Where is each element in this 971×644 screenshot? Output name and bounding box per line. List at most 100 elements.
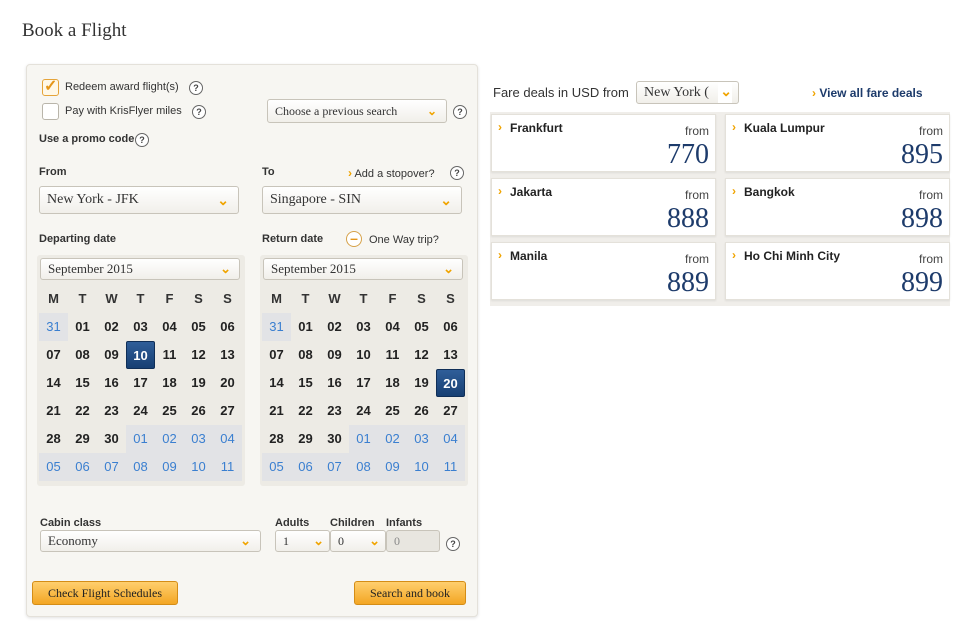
to-select[interactable]: Singapore - SIN ⌄ bbox=[262, 186, 462, 214]
calendar-day[interactable]: 27 bbox=[436, 397, 465, 425]
fare-deal-card[interactable]: › Jakarta from 888 bbox=[491, 178, 716, 236]
calendar-day[interactable]: 29 bbox=[291, 425, 320, 453]
calendar-day[interactable]: 02 bbox=[97, 313, 126, 341]
depart-month-select[interactable]: September 2015 ⌄ bbox=[40, 258, 240, 280]
calendar-day[interactable]: 03 bbox=[349, 313, 378, 341]
calendar-day[interactable]: 08 bbox=[126, 453, 155, 481]
redeem-checkbox[interactable]: ✓ bbox=[42, 78, 59, 101]
calendar-day[interactable]: 15 bbox=[68, 369, 97, 397]
children-select[interactable]: 0 ⌄ bbox=[330, 530, 386, 552]
return-month-select[interactable]: September 2015 ⌄ bbox=[263, 258, 463, 280]
redeem-help-icon[interactable]: ? bbox=[189, 81, 203, 95]
calendar-day[interactable]: 29 bbox=[68, 425, 97, 453]
calendar-day[interactable]: 28 bbox=[39, 425, 68, 453]
calendar-day[interactable]: 17 bbox=[349, 369, 378, 397]
fare-deal-card[interactable]: › Manila from 889 bbox=[491, 242, 716, 300]
pay-krisflyer-checkbox[interactable] bbox=[42, 103, 59, 125]
calendar-day[interactable]: 11 bbox=[155, 341, 184, 369]
search-and-book-button[interactable]: Search and book bbox=[354, 581, 466, 605]
calendar-day[interactable]: 09 bbox=[155, 453, 184, 481]
calendar-day[interactable]: 26 bbox=[407, 397, 436, 425]
calendar-day[interactable]: 15 bbox=[291, 369, 320, 397]
calendar-day[interactable]: 16 bbox=[97, 369, 126, 397]
calendar-day[interactable]: 07 bbox=[39, 341, 68, 369]
calendar-day[interactable]: 09 bbox=[320, 341, 349, 369]
calendar-day[interactable]: 24 bbox=[126, 397, 155, 425]
passengers-help-icon[interactable]: ? bbox=[446, 537, 460, 551]
calendar-day[interactable]: 23 bbox=[320, 397, 349, 425]
calendar-day[interactable]: 13 bbox=[436, 341, 465, 369]
previous-search-select[interactable]: Choose a previous search ⌄ bbox=[267, 99, 447, 123]
calendar-day[interactable]: 21 bbox=[39, 397, 68, 425]
calendar-day[interactable]: 18 bbox=[378, 369, 407, 397]
calendar-day[interactable]: 05 bbox=[262, 453, 291, 481]
calendar-day[interactable]: 04 bbox=[378, 313, 407, 341]
calendar-day[interactable]: 19 bbox=[184, 369, 213, 397]
calendar-day[interactable]: 06 bbox=[68, 453, 97, 481]
calendar-day[interactable]: 24 bbox=[349, 397, 378, 425]
calendar-day[interactable]: 13 bbox=[213, 341, 242, 369]
calendar-day[interactable]: 04 bbox=[213, 425, 242, 453]
calendar-day[interactable]: 05 bbox=[39, 453, 68, 481]
calendar-day[interactable]: 16 bbox=[320, 369, 349, 397]
calendar-day[interactable]: 01 bbox=[349, 425, 378, 453]
selected-day[interactable]: 10 bbox=[126, 341, 155, 369]
calendar-day[interactable]: 12 bbox=[407, 341, 436, 369]
calendar-day[interactable]: 17 bbox=[126, 369, 155, 397]
calendar-day[interactable]: 04 bbox=[436, 425, 465, 453]
calendar-day[interactable]: 07 bbox=[97, 453, 126, 481]
one-way-label[interactable]: One Way trip? bbox=[369, 234, 439, 246]
calendar-day[interactable]: 20 bbox=[213, 369, 242, 397]
calendar-day[interactable]: 01 bbox=[291, 313, 320, 341]
calendar-day[interactable]: 14 bbox=[262, 369, 291, 397]
calendar-day[interactable]: 10 bbox=[407, 453, 436, 481]
calendar-day[interactable]: 30 bbox=[97, 425, 126, 453]
cabin-class-select[interactable]: Economy ⌄ bbox=[40, 530, 261, 552]
calendar-day[interactable]: 02 bbox=[320, 313, 349, 341]
fare-deal-card[interactable]: › Ho Chi Minh City from 899 bbox=[725, 242, 950, 300]
calendar-day[interactable]: 04 bbox=[155, 313, 184, 341]
calendar-day[interactable]: 27 bbox=[213, 397, 242, 425]
view-all-fare-deals-link[interactable]: › View all fare deals bbox=[812, 86, 923, 100]
calendar-day[interactable]: 11 bbox=[378, 341, 407, 369]
calendar-day[interactable]: 31 bbox=[39, 313, 68, 341]
calendar-day[interactable]: 06 bbox=[291, 453, 320, 481]
stopover-help-icon[interactable]: ? bbox=[450, 166, 464, 180]
calendar-day[interactable]: 22 bbox=[291, 397, 320, 425]
calendar-day[interactable]: 08 bbox=[68, 341, 97, 369]
calendar-day[interactable]: 14 bbox=[39, 369, 68, 397]
calendar-day[interactable]: 09 bbox=[378, 453, 407, 481]
calendar-day[interactable]: 01 bbox=[126, 425, 155, 453]
calendar-day[interactable]: 09 bbox=[97, 341, 126, 369]
calendar-day[interactable]: 03 bbox=[407, 425, 436, 453]
infants-select[interactable]: 0 bbox=[386, 530, 440, 552]
pay-krisflyer-help-icon[interactable]: ? bbox=[192, 105, 206, 119]
stopover-link[interactable]: › Add a stopover? bbox=[348, 166, 435, 180]
calendar-day[interactable]: 18 bbox=[155, 369, 184, 397]
calendar-day[interactable]: 07 bbox=[320, 453, 349, 481]
calendar-day[interactable]: 08 bbox=[291, 341, 320, 369]
check-flight-schedules-button[interactable]: Check Flight Schedules bbox=[32, 581, 178, 605]
fare-origin-select[interactable]: New York ( ⌄ bbox=[636, 81, 739, 104]
calendar-day[interactable]: 30 bbox=[320, 425, 349, 453]
calendar-day[interactable]: 22 bbox=[68, 397, 97, 425]
promo-help-icon[interactable]: ? bbox=[135, 133, 149, 147]
adults-select[interactable]: 1 ⌄ bbox=[275, 530, 330, 552]
previous-search-help-icon[interactable]: ? bbox=[453, 105, 467, 119]
calendar-day[interactable]: 31 bbox=[262, 313, 291, 341]
fare-deal-card[interactable]: › Frankfurt from 770 bbox=[491, 114, 716, 172]
calendar-day[interactable]: 05 bbox=[184, 313, 213, 341]
one-way-toggle-icon[interactable]: – bbox=[346, 231, 362, 247]
calendar-day[interactable]: 25 bbox=[378, 397, 407, 425]
calendar-day[interactable]: 10 bbox=[184, 453, 213, 481]
calendar-day[interactable]: 11 bbox=[213, 453, 242, 481]
calendar-day[interactable]: 06 bbox=[436, 313, 465, 341]
calendar-day[interactable]: 05 bbox=[407, 313, 436, 341]
calendar-day[interactable]: 11 bbox=[436, 453, 465, 481]
calendar-day[interactable]: 06 bbox=[213, 313, 242, 341]
selected-day[interactable]: 20 bbox=[436, 369, 465, 397]
calendar-day[interactable]: 03 bbox=[126, 313, 155, 341]
calendar-day[interactable]: 12 bbox=[184, 341, 213, 369]
calendar-day[interactable]: 02 bbox=[378, 425, 407, 453]
fare-deal-card[interactable]: › Bangkok from 898 bbox=[725, 178, 950, 236]
